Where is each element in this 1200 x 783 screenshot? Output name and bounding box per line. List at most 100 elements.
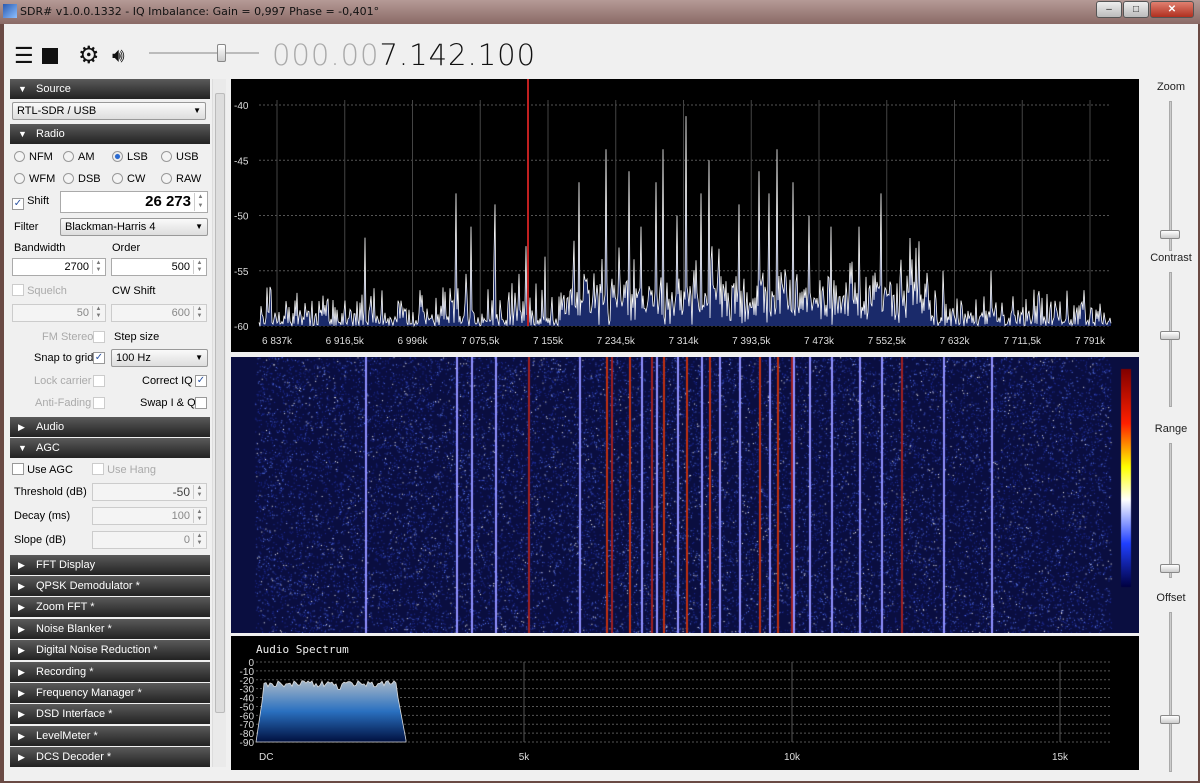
- threshold-label: Threshold (dB): [14, 485, 87, 498]
- close-button[interactable]: ✕: [1150, 1, 1194, 18]
- x-tick-label: 7 314k: [668, 336, 699, 347]
- scrollbar-thumb[interactable]: [215, 93, 225, 713]
- main-window: ☰ ⚙ 🔊︎ 000.007.142.100 ▼ Source RTL-SDR /…: [4, 24, 1198, 781]
- zoom-slider-thumb[interactable]: [1160, 230, 1180, 239]
- threshold-input[interactable]: -50 ▲ ▼: [92, 482, 207, 501]
- audio-panel-header[interactable]: ▶ Audio: [10, 416, 210, 437]
- fm-stereo-checkbox[interactable]: [93, 330, 105, 343]
- minimize-button[interactable]: –: [1096, 1, 1122, 18]
- maximize-button[interactable]: □: [1123, 1, 1149, 18]
- offset-slider[interactable]: [1169, 612, 1172, 772]
- mode-radio-usb[interactable]: USB: [161, 150, 199, 163]
- lock-carrier-checkbox[interactable]: [93, 374, 105, 387]
- zoom-slider[interactable]: [1169, 101, 1172, 251]
- fm-stereo-label: FM Stereo: [42, 330, 94, 343]
- panel-header-frequency-manager[interactable]: ▶ Frequency Manager *: [10, 682, 210, 703]
- range-slider-thumb[interactable]: [1160, 564, 1180, 573]
- collapse-triangle-icon: ▼: [18, 443, 27, 454]
- order-input[interactable]: 500 ▲ ▼: [111, 257, 207, 276]
- panel-header-noise-blanker[interactable]: ▶ Noise Blanker *: [10, 618, 210, 639]
- hamburger-icon[interactable]: ☰: [14, 44, 34, 68]
- bandwidth-input[interactable]: 2700 ▲ ▼: [12, 257, 106, 276]
- source-device-select[interactable]: RTL-SDR / USB ▼: [12, 102, 206, 121]
- mode-label: CW: [127, 172, 146, 185]
- mode-radio-nfm[interactable]: NFM: [14, 150, 53, 163]
- mode-radio-am[interactable]: AM: [63, 150, 95, 163]
- speaker-icon[interactable]: 🔊︎: [112, 44, 125, 68]
- spinner-icon[interactable]: ▲ ▼: [92, 259, 104, 274]
- shift-input[interactable]: 26 273 ▲ ▼: [60, 190, 208, 213]
- collapse-triangle-icon: ▼: [18, 84, 27, 94]
- mode-radio-raw[interactable]: RAW: [161, 172, 201, 185]
- panel-header-zoom-fft[interactable]: ▶ Zoom FFT *: [10, 597, 210, 618]
- frequency-display[interactable]: 000.007.142.100: [272, 38, 536, 72]
- expand-triangle-icon: ▶: [18, 580, 25, 591]
- mode-label: WFM: [29, 172, 56, 185]
- range-slider[interactable]: [1169, 443, 1172, 578]
- source-panel-header[interactable]: ▼ Source: [10, 79, 210, 99]
- panel-title: Radio: [36, 128, 65, 141]
- frequency-digits: 7.142.100: [379, 38, 537, 72]
- swap-iq-checkbox[interactable]: [195, 396, 207, 409]
- x-tick-label: 7 711,5k: [1003, 336, 1042, 347]
- anti-fading-checkbox[interactable]: [93, 396, 105, 409]
- mode-radio-wfm[interactable]: WFM: [14, 172, 56, 185]
- mode-radio-cw[interactable]: CW: [112, 172, 146, 185]
- snap-to-grid-checkbox[interactable]: ✓: [93, 351, 105, 364]
- squelch-input[interactable]: 50 ▲ ▼: [12, 303, 106, 322]
- cw-shift-input[interactable]: 600 ▲ ▼: [111, 303, 207, 322]
- shift-checkbox[interactable]: ✓ Shift: [12, 195, 49, 210]
- radio-button-icon: [63, 172, 74, 184]
- control-panel: ▼ Source RTL-SDR / USB ▼ ▼ Radio NFM AM LSB US…: [10, 79, 210, 768]
- gear-icon[interactable]: ⚙: [78, 44, 100, 68]
- panel-header-recording[interactable]: ▶ Recording *: [10, 661, 210, 682]
- panel-header-dsd-interface[interactable]: ▶ DSD Interface *: [10, 704, 210, 725]
- offset-slider-thumb[interactable]: [1160, 715, 1180, 724]
- spinner-icon[interactable]: ▲ ▼: [193, 305, 205, 320]
- panel-header-digital-noise-reduction[interactable]: ▶ Digital Noise Reduction *: [10, 640, 210, 661]
- panel-header-dcs-decoder[interactable]: ▶ DCS Decoder *: [10, 747, 210, 768]
- panel-title: DCS Decoder *: [36, 751, 112, 764]
- slope-input[interactable]: 0 ▲ ▼: [92, 530, 207, 549]
- step-size-select[interactable]: 100 Hz ▼: [111, 348, 208, 367]
- correct-iq-checkbox[interactable]: ✓: [195, 374, 207, 387]
- contrast-slider-thumb[interactable]: [1160, 331, 1180, 340]
- use-agc-checkbox[interactable]: Use AGC: [12, 462, 73, 476]
- spinner-icon[interactable]: ▲ ▼: [193, 532, 205, 547]
- mode-radio-dsb[interactable]: DSB: [63, 172, 101, 185]
- radio-panel-header[interactable]: ▼ Radio: [10, 124, 210, 145]
- select-value: RTL-SDR / USB: [17, 105, 97, 118]
- window-title: SDR# v1.0.0.1332 - IQ Imbalance: Gain = …: [20, 5, 380, 18]
- waterfall-display[interactable]: [231, 357, 1139, 633]
- mode-radio-lsb[interactable]: LSB: [112, 150, 148, 163]
- volume-slider-thumb[interactable]: [217, 44, 226, 62]
- use-hang-checkbox[interactable]: Use Hang: [92, 462, 156, 476]
- squelch-checkbox[interactable]: Squelch: [12, 283, 67, 297]
- panel-title: Zoom FFT *: [36, 601, 95, 614]
- spinner-icon[interactable]: ▲ ▼: [193, 259, 205, 274]
- audio-spectrum-title: Audio Spectrum: [256, 643, 349, 656]
- spinner-icon[interactable]: ▲ ▼: [193, 508, 205, 523]
- dropdown-arrow-icon: ▼: [193, 106, 201, 116]
- spinner-icon[interactable]: ▲ ▼: [194, 192, 206, 211]
- swap-iq-label: Swap I & Q: [140, 396, 196, 409]
- filter-select[interactable]: Blackman-Harris 4 ▼: [60, 217, 208, 236]
- panel-header-qpsk-demodulator[interactable]: ▶ QPSK Demodulator *: [10, 575, 210, 596]
- stop-icon[interactable]: [42, 48, 58, 64]
- bandwidth-label: Bandwidth: [14, 241, 66, 254]
- volume-slider[interactable]: [149, 52, 259, 54]
- expand-triangle-icon: ▶: [18, 645, 25, 656]
- decay-input[interactable]: 100 ▲ ▼: [92, 506, 207, 525]
- anti-fading-label: Anti-Fading: [35, 396, 92, 409]
- expand-triangle-icon: ▶: [18, 730, 25, 741]
- left-panel-scrollbar[interactable]: [212, 79, 226, 767]
- panel-header-fft-display[interactable]: ▶ FFT Display: [10, 554, 210, 575]
- y-tick-label: -45: [234, 156, 249, 167]
- spinner-icon[interactable]: ▲ ▼: [92, 305, 104, 320]
- agc-panel-header[interactable]: ▼ AGC: [10, 438, 210, 459]
- zoom-label: Zoom: [1156, 81, 1186, 93]
- panel-header-levelmeter[interactable]: ▶ LevelMeter *: [10, 725, 210, 746]
- spectrum-analyzer[interactable]: -40 -45 -50 -55 -60 6 837k 6 916,5k 6 996k 7 075…: [231, 79, 1139, 352]
- spinner-icon[interactable]: ▲ ▼: [193, 484, 205, 499]
- lock-carrier-label: Lock carrier: [34, 374, 92, 387]
